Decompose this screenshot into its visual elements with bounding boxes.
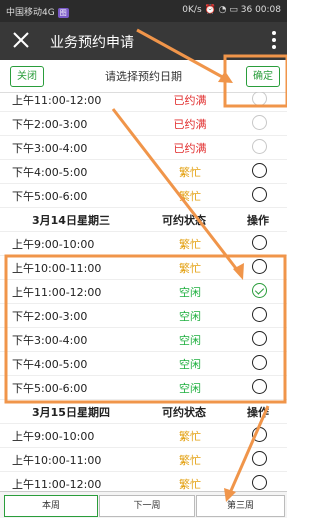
time-slot-row[interactable]: 上午9:00-10:00 繁忙 — [0, 232, 287, 256]
time-slot-row[interactable]: 下午2:00-3:00 已约满 — [0, 112, 287, 136]
slot-radio[interactable] — [252, 331, 267, 346]
time-slot-label: 下午3:00-4:00 — [12, 334, 88, 347]
time-slot-row[interactable]: 上午11:00-12:00 繁忙 — [0, 472, 287, 490]
week-tabs: 本周 下一周 第三周 — [0, 491, 287, 518]
slot-status: 繁忙 — [179, 454, 201, 467]
slot-status: 已约满 — [173, 142, 207, 155]
time-slot-label: 下午4:00-5:00 — [12, 358, 88, 371]
action-column-header: 操作 — [247, 214, 269, 227]
slot-status: 空闲 — [179, 358, 201, 371]
battery-icon: ▭ — [229, 5, 238, 15]
time-slot-row[interactable]: 上午10:00-11:00 繁忙 — [0, 448, 287, 472]
time-slot-label: 上午10:00-11:00 — [12, 262, 102, 275]
slot-status: 繁忙 — [179, 262, 201, 275]
slot-radio[interactable] — [252, 235, 267, 250]
slot-radio[interactable] — [252, 307, 267, 322]
slot-status: 繁忙 — [179, 190, 201, 203]
time-slot-label: 上午9:00-10:00 — [12, 430, 95, 443]
network-speed: 0K/s — [182, 5, 202, 15]
date-picker-header: 请选择预约日期 关闭 确定 — [0, 60, 287, 93]
page-title: 业务预约申请 — [50, 35, 134, 51]
slot-radio — [252, 115, 267, 130]
slot-status: 繁忙 — [179, 430, 201, 443]
tab-next-week[interactable]: 下一周 — [99, 495, 195, 517]
time-slot-row[interactable]: 上午11:00-12:00 已约满 — [0, 92, 287, 112]
time-slot-row[interactable]: 下午4:00-5:00 繁忙 — [0, 160, 287, 184]
status-bar: 中国移动4G 图 0K/s ⏰ ◔ ▭ 36 00:08 — [0, 0, 287, 22]
time-slot-label: 上午10:00-11:00 — [12, 454, 102, 467]
slot-radio[interactable] — [252, 427, 267, 442]
slot-status: 空闲 — [179, 382, 201, 395]
confirm-button[interactable]: 确定 — [246, 66, 280, 87]
day-header: 3月15日星期四 可约状态 操作 — [0, 400, 287, 424]
slot-radio[interactable] — [252, 451, 267, 466]
time-slot-label: 下午5:00-6:00 — [12, 190, 88, 203]
slot-status: 繁忙 — [179, 238, 201, 251]
slot-radio — [252, 139, 267, 154]
time-slot-row[interactable]: 上午10:00-11:00 繁忙 — [0, 256, 287, 280]
time-slot-label: 下午3:00-4:00 — [12, 142, 88, 155]
day-header: 3月14日星期三 可约状态 操作 — [0, 208, 287, 232]
slot-status: 已约满 — [173, 118, 207, 131]
slot-radio-checked[interactable] — [252, 283, 267, 298]
slot-radio[interactable] — [252, 355, 267, 370]
status-right: 0K/s ⏰ ◔ ▭ 36 00:08 — [182, 5, 281, 15]
status-column-header: 可约状态 — [162, 406, 206, 419]
close-button[interactable]: 关闭 — [10, 66, 44, 87]
more-options-icon[interactable] — [271, 28, 277, 52]
slot-radio[interactable] — [252, 187, 267, 202]
status-carrier: 中国移动4G 图 — [6, 8, 69, 18]
time-slot-row[interactable]: 下午5:00-6:00 繁忙 — [0, 184, 287, 208]
slot-status: 空闲 — [179, 334, 201, 347]
time-slot-row[interactable]: 上午9:00-10:00 繁忙 — [0, 424, 287, 448]
time-slot-label: 上午9:00-10:00 — [12, 238, 95, 251]
time-slot-row[interactable]: 下午3:00-4:00 已约满 — [0, 136, 287, 160]
schedule-list[interactable]: 上午11:00-12:00 已约满 下午2:00-3:00 已约满 下午3:00-4:0… — [0, 92, 287, 490]
time-slot-label: 下午4:00-5:00 — [12, 166, 88, 179]
status-column-header: 可约状态 — [162, 214, 206, 227]
action-column-header: 操作 — [247, 406, 269, 419]
slot-radio[interactable] — [252, 163, 267, 178]
day-date: 3月15日星期四 — [32, 406, 110, 419]
tab-this-week[interactable]: 本周 — [4, 495, 98, 517]
time-slot-row[interactable]: 上午11:00-12:00 空闲 — [0, 280, 287, 304]
time-slot-row[interactable]: 下午4:00-5:00 空闲 — [0, 352, 287, 376]
time-slot-label: 上午11:00-12:00 — [12, 478, 102, 490]
time-slot-label: 上午11:00-12:00 — [12, 286, 102, 299]
slot-radio — [252, 92, 267, 106]
time-slot-row[interactable]: 下午2:00-3:00 空闲 — [0, 304, 287, 328]
wifi-icon: ◔ — [218, 5, 227, 15]
slot-status: 空闲 — [179, 286, 201, 299]
time-slot-row[interactable]: 下午3:00-4:00 空闲 — [0, 328, 287, 352]
slot-status: 繁忙 — [179, 166, 201, 179]
slot-radio[interactable] — [252, 379, 267, 394]
time-slot-label: 下午2:00-3:00 — [12, 310, 88, 323]
app-notification-icon: 图 — [57, 8, 69, 18]
slot-status: 已约满 — [173, 94, 207, 107]
slot-radio[interactable] — [252, 475, 267, 490]
clock: 00:08 — [255, 5, 281, 15]
slot-radio[interactable] — [252, 259, 267, 274]
close-icon[interactable] — [10, 29, 32, 51]
battery-level: 36 — [240, 5, 253, 15]
day-date: 3月14日星期三 — [32, 214, 110, 227]
time-slot-label: 下午5:00-6:00 — [12, 382, 88, 395]
time-slot-label: 下午2:00-3:00 — [12, 118, 88, 131]
slot-status: 空闲 — [179, 310, 201, 323]
time-slot-row[interactable]: 下午5:00-6:00 空闲 — [0, 376, 287, 400]
time-slot-label: 上午11:00-12:00 — [12, 94, 102, 107]
slot-status: 繁忙 — [179, 478, 201, 490]
alarm-icon: ⏰ — [204, 5, 216, 15]
tab-third-week[interactable]: 第三周 — [196, 495, 285, 517]
app-bar: 业务预约申请 — [0, 22, 287, 60]
